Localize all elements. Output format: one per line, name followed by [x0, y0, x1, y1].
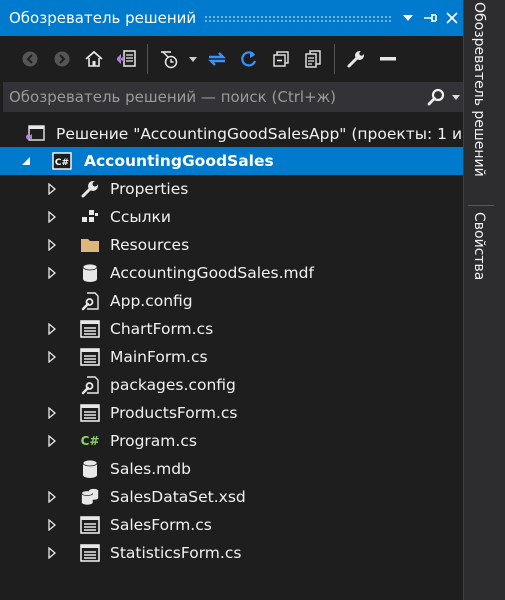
tab-properties[interactable]: Свойства: [471, 212, 487, 280]
toolbar-separator: [334, 44, 335, 74]
tree-node-packages-config[interactable]: packages.config: [0, 371, 463, 399]
solution-icon: [26, 124, 46, 144]
close-icon[interactable]: [441, 5, 463, 31]
form-icon: [80, 319, 100, 339]
tree-node-label: ChartForm.cs: [110, 320, 214, 338]
tree-node-label: Ссылки: [110, 208, 171, 226]
search-icon[interactable]: [423, 83, 449, 111]
collapsed-triangle-icon[interactable]: [46, 322, 58, 336]
sync-with-document-icon[interactable]: [201, 43, 233, 75]
side-tab-strip: Обозреватель решений Свойства: [463, 0, 505, 600]
config-file-icon: [80, 291, 100, 311]
tree-node-label: Resources: [110, 236, 190, 254]
toolbar-separator: [147, 44, 148, 74]
collapsed-triangle-icon[interactable]: [46, 350, 58, 364]
search-box: [3, 82, 463, 112]
collapsed-triangle-icon[interactable]: [46, 518, 58, 532]
solution-tree: Решение "AccountingGoodSalesApp" (проект…: [0, 118, 463, 600]
expanded-triangle-icon[interactable]: [20, 154, 32, 168]
tree-node-statisticsform-cs[interactable]: StatisticsForm.cs: [0, 539, 463, 567]
search-options-dropdown-icon[interactable]: [449, 83, 463, 111]
forward-icon[interactable]: [46, 43, 78, 75]
home-icon[interactable]: [78, 43, 110, 75]
tab-solution-explorer[interactable]: Обозреватель решений: [471, 0, 487, 177]
collapsed-triangle-icon[interactable]: [46, 546, 58, 560]
tree-node-label: packages.config: [110, 376, 236, 394]
collapsed-triangle-icon[interactable]: [46, 490, 58, 504]
collapsed-triangle-icon[interactable]: [46, 210, 58, 224]
config-file-icon: [80, 375, 100, 395]
pending-changes-filter-icon[interactable]: [153, 43, 185, 75]
show-all-files-icon[interactable]: [297, 43, 329, 75]
tree-node-app-config[interactable]: App.config: [0, 287, 463, 315]
collapsed-triangle-icon[interactable]: [46, 266, 58, 280]
tab-divider: [468, 205, 494, 206]
tree-node-productsform-cs[interactable]: ProductsForm.cs: [0, 399, 463, 427]
tree-node-ссылки[interactable]: Ссылки: [0, 203, 463, 231]
svg-text:C#: C#: [55, 158, 69, 168]
svg-text:C#: C#: [81, 434, 100, 448]
panel-title-bar: Обозреватель решений: [0, 0, 463, 36]
database-icon: [80, 263, 100, 283]
collapsed-triangle-icon[interactable]: [46, 182, 58, 196]
tree-node-chartform-cs[interactable]: ChartForm.cs: [0, 315, 463, 343]
tree-node-label: App.config: [110, 292, 193, 310]
tree-node-properties[interactable]: Properties: [0, 175, 463, 203]
collapsed-triangle-icon[interactable]: [46, 434, 58, 448]
tree-node-program-cs[interactable]: C# Program.cs: [0, 427, 463, 455]
tree-node-mainform-cs[interactable]: MainForm.cs: [0, 343, 463, 371]
tree-node-label: MainForm.cs: [110, 348, 208, 366]
form-icon: [80, 347, 100, 367]
tree-node-label: AccountingGoodSales.mdf: [110, 264, 314, 282]
collapse-all-icon[interactable]: [265, 43, 297, 75]
properties-wrench-icon[interactable]: [340, 43, 372, 75]
tree-node-project[interactable]: C# AccountingGoodSales: [0, 147, 463, 175]
dropdown-arrow-icon[interactable]: [397, 5, 419, 31]
tree-node-label: Sales.mdb: [110, 460, 191, 478]
back-icon[interactable]: [14, 43, 46, 75]
database-icon: [80, 459, 100, 479]
collapsed-triangle-icon[interactable]: [46, 238, 58, 252]
explorer-toolbar: [0, 36, 463, 82]
form-icon: [80, 543, 100, 563]
tree-node-label: SalesForm.cs: [110, 516, 212, 534]
tree-node-label: Program.cs: [110, 432, 197, 450]
pin-icon[interactable]: [419, 5, 441, 31]
tree-node-sales-mdb[interactable]: Sales.mdb: [0, 455, 463, 483]
dataset-icon: [80, 487, 100, 507]
tree-node-salesdataset-xsd[interactable]: SalesDataSet.xsd: [0, 483, 463, 511]
csharp-file-icon: C#: [80, 431, 100, 451]
search-input[interactable]: [3, 83, 423, 111]
form-icon: [80, 403, 100, 423]
tree-node-label: StatisticsForm.cs: [110, 544, 242, 562]
csharp-project-icon: C#: [52, 151, 72, 171]
tree-node-label: ProductsForm.cs: [110, 404, 238, 422]
project-label: AccountingGoodSales: [84, 152, 274, 170]
solution-label: Решение "AccountingGoodSalesApp" (проект…: [56, 125, 463, 143]
form-icon: [80, 515, 100, 535]
wrench-icon: [80, 179, 100, 199]
tree-node-resources[interactable]: Resources: [0, 231, 463, 259]
refresh-icon[interactable]: [233, 43, 265, 75]
preview-selected-items-icon[interactable]: [372, 43, 404, 75]
tree-node-solution[interactable]: Решение "AccountingGoodSalesApp" (проект…: [0, 120, 463, 148]
folder-icon: [80, 235, 100, 255]
switch-views-icon[interactable]: [110, 43, 142, 75]
tree-node-salesform-cs[interactable]: SalesForm.cs: [0, 511, 463, 539]
tree-node-label: SalesDataSet.xsd: [110, 488, 246, 506]
tree-node-accountinggoodsales-mdf[interactable]: AccountingGoodSales.mdf: [0, 259, 463, 287]
panel-title: Обозреватель решений: [9, 9, 197, 27]
references-icon: [80, 207, 100, 227]
filter-dropdown-icon[interactable]: [185, 43, 201, 75]
title-grip[interactable]: [204, 14, 391, 22]
collapsed-triangle-icon[interactable]: [46, 406, 58, 420]
tree-node-label: Properties: [110, 180, 189, 198]
